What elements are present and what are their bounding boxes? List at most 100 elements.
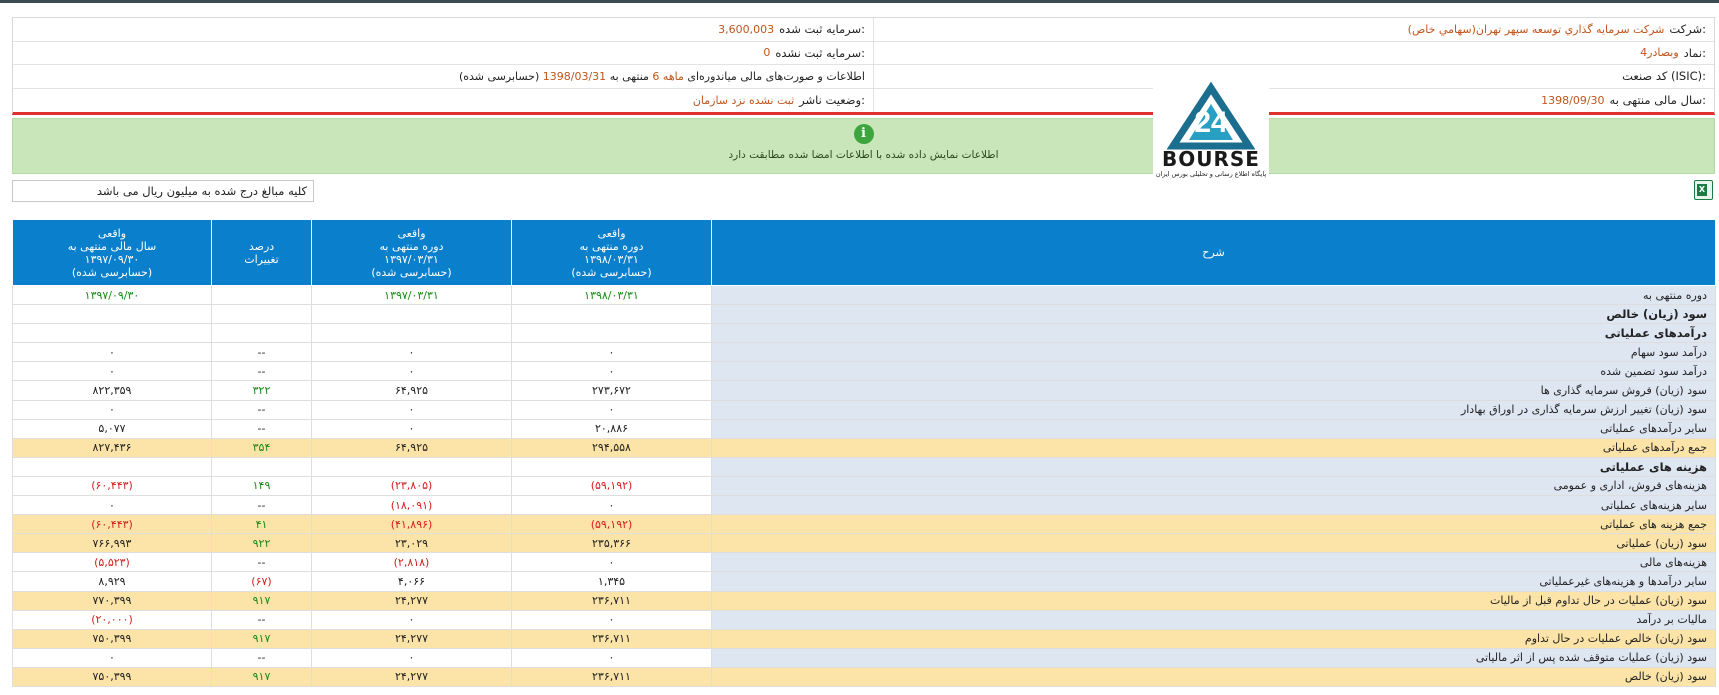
table-cell-c1: ۱۳۹۸/۰۳/۳۱ (511, 284, 712, 306)
table-row: هزینه های عملیاتی (12, 456, 1716, 477)
notice-message: اطلاعات نمایش داده شده با اطلاعات امضا ش… (728, 149, 999, 161)
header-col3-line1: درصد (248, 239, 275, 253)
table-cell-c2 (311, 323, 512, 344)
table-cell-description: سود (زیان) تغییر ارزش سرمایه گذاری در او… (711, 399, 1716, 420)
table-cell-c3: ۹۱۷ (211, 628, 312, 649)
table-cell-c1: ۰ (511, 399, 712, 420)
symbol-cell: نماد: وبصادر4 (873, 41, 1714, 64)
table-cell-c1: ۲۳۶,۷۱۱ (511, 666, 712, 687)
table-cell-c4: ۸,۹۲۹ (12, 571, 212, 592)
logo-mark-text: 24 (1194, 106, 1228, 139)
table-cell-c3 (211, 284, 312, 306)
table-cell-c3: ۹۱۷ (211, 666, 312, 687)
table-cell-c3: ۳۵۴ (211, 437, 312, 458)
table-cell-c3: -- (211, 342, 312, 363)
table-row: (۶۰,۴۴۳) ۱۴۹ (۲۳,۸۰۵) (۵۹,۱۹۲) هزینه‌های فرو… (12, 475, 1716, 497)
excel-export-button[interactable]: X (1694, 180, 1713, 200)
table-cell-c2: ۰ (311, 647, 512, 668)
header-col3[interactable]: درصد تغییرات (211, 219, 312, 286)
table-cell-c4: ۸۲۲,۳۵۹ (12, 380, 212, 401)
table-cell-c2: ۶۴,۹۲۵ (311, 437, 512, 458)
header-col2[interactable]: واقعی دوره منتهی به ۱۳۹۷/۰۳/۳۱ (حسابرسی … (311, 219, 512, 286)
table-cell-c1: ۲۳۵,۳۶۶ (511, 533, 712, 554)
header-col2-line3: ۱۳۹۷/۰۳/۳۱ (384, 252, 439, 266)
table-row: ۸۲۲,۳۵۹ ۳۲۲ ۶۴,۹۲۵ ۲۷۳,۶۷۲ سود (زیان) فروش س… (12, 380, 1716, 401)
table-cell-c3: ۴۱ (211, 514, 312, 535)
report-period: 6 ماهه (652, 69, 684, 83)
table-row: ۷۵۰,۳۹۹ ۹۱۷ ۲۴,۲۷۷ ۲۳۶,۷۱۱ سود (زیان) خالص (12, 666, 1716, 687)
report-info-cell: اطلاعات و صورت‌های مالی میاندوره‌ای 6 ما… (13, 65, 873, 88)
header-description[interactable]: شرح (711, 219, 1716, 286)
table-cell-c1: ۲۰,۸۸۶ (511, 418, 712, 439)
table-cell-c4: ۷۷۰,۳۹۹ (12, 590, 212, 611)
unregistered-capital-value: 0 (763, 46, 771, 60)
table-row: (۵,۵۲۳) -- (۲,۸۱۸) ۰ هزینه‌های مالی (12, 552, 1716, 573)
header-col1-line3: ۱۳۹۸/۰۳/۳۱ (584, 252, 639, 266)
table-cell-description: دوره منتهی به (711, 284, 1716, 306)
table-cell-c2: (۴۱,۸۹۶) (311, 514, 512, 535)
table-row: ۷۷۰,۳۹۹ ۹۱۷ ۲۴,۲۷۷ ۲۳۶,۷۱۱ سود (زیان) عملیات… (12, 590, 1716, 611)
table-cell-c4: (۲۰,۰۰۰) (12, 609, 212, 630)
registered-capital-cell: سرمایه ثبت شده: 3,600,003 (13, 18, 873, 41)
table-cell-c1 (511, 456, 712, 477)
bourse24-logo[interactable]: 24 BOURSE پایگاه اطلاع رسانی و تحلیلی بو… (1153, 74, 1269, 182)
table-cell-description: سود (زیان) خالص (711, 666, 1716, 687)
header-col3-line2: تغییرات (244, 252, 279, 266)
table-cell-c3 (211, 456, 312, 477)
table-cell-c2: ۱۳۹۷/۰۳/۳۱ (311, 284, 512, 306)
table-cell-c1: ۰ (511, 495, 712, 516)
company-label: شرکت: (1669, 22, 1706, 37)
table-cell-c3: -- (211, 399, 312, 420)
table-cell-c1 (511, 304, 712, 325)
table-cell-description: سود (زیان) فروش سرمایه گذاری ها (711, 380, 1716, 401)
table-cell-c4: ۰ (12, 495, 212, 516)
table-cell-c1: (۵۹,۱۹۲) (511, 475, 712, 497)
verification-notice: i اطلاعات نمایش داده شده با اطلاعات امضا… (12, 118, 1715, 174)
table-cell-c2: ۲۴,۲۷۷ (311, 590, 512, 611)
table-row: ۷۶۶,۹۹۳ ۹۲۲ ۲۳,۰۲۹ ۲۳۵,۳۶۶ سود (زیان) عملیات… (12, 533, 1716, 554)
table-cell-c4: (۶۰,۴۴۳) (12, 514, 212, 535)
table-row: ۸,۹۲۹ (۶۷) ۴,۰۶۶ ۱,۳۴۵ سایر درآمدها و هزینه‌… (12, 571, 1716, 592)
table-row: ۷۵۰,۳۹۹ ۹۱۷ ۲۴,۲۷۷ ۲۳۶,۷۱۱ سود (زیان) خالص ع… (12, 628, 1716, 649)
table-cell-description: جمع هزینه های عملیاتی (711, 514, 1716, 535)
table-cell-c4: ۰ (12, 342, 212, 363)
table-cell-description: هزینه های عملیاتی (711, 456, 1716, 477)
units-note: کلیه مبالغ درج شده به میلیون ریال می باش… (12, 180, 314, 202)
unregistered-capital-label: سرمایه ثبت نشده: (775, 45, 865, 60)
table-row: (۶۰,۴۴۳) ۴۱ (۴۱,۸۹۶) (۵۹,۱۹۲) جمع هزینه های … (12, 514, 1716, 535)
table-row: سود (زیان) خالص (12, 304, 1716, 325)
table-cell-c4: ۰ (12, 647, 212, 668)
company-name: شرکت سرمايه گذاري توسعه سپهر تهران(سهامي… (1407, 22, 1665, 36)
table-cell-c1: (۵۹,۱۹۲) (511, 514, 712, 535)
table-row: ۰ -- ۰ ۰ سود (زیان) عملیات متوقف شده پس از ا… (12, 647, 1716, 668)
symbol-label: نماد: (1683, 45, 1706, 60)
header-col4[interactable]: واقعی سال مالی منتهی به ۱۳۹۷/۰۹/۳۰ (حساب… (12, 219, 212, 286)
financial-table-body: ۱۳۹۷/۰۹/۳۰ ۱۳۹۷/۰۳/۳۱ ۱۳۹۸/۰۳/۳۱ دوره منتهی… (12, 284, 1716, 687)
table-cell-description: سود (زیان) عملیات در حال تداوم قبل از ما… (711, 590, 1716, 611)
table-row: ۵,۰۷۷ -- ۰ ۲۰,۸۸۶ سایر درآمدهای عملیاتی (12, 418, 1716, 439)
table-cell-c1: ۰ (511, 609, 712, 630)
logo-subtitle: پایگاه اطلاع رسانی و تحلیلی بورس ایران (1155, 170, 1267, 178)
symbol-value: وبصادر4 (1640, 46, 1679, 60)
isic-cell: کد صنعت (ISIC): (873, 65, 1714, 88)
table-row: ۰ -- ۰ ۰ سود (زیان) تغییر ارزش سرمایه گذاری … (12, 399, 1716, 420)
info-row-fiscal-year: سال مالی منتهی به: 1398/09/30 وضعیت ناشر… (13, 88, 1714, 112)
info-row-symbol: نماد: وبصادر4 سرمایه ثبت نشده: 0 (13, 41, 1714, 65)
publisher-status-label: وضعیت ناشر: (799, 93, 865, 108)
table-cell-c2: ۰ (311, 361, 512, 382)
table-cell-description: جمع درآمدهای عملیاتی (711, 437, 1716, 458)
table-cell-c1: ۲۳۶,۷۱۱ (511, 590, 712, 611)
table-cell-description: سود (زیان) خالص (711, 304, 1716, 325)
table-cell-c2: ۲۳,۰۲۹ (311, 533, 512, 554)
top-bar (0, 0, 1719, 3)
table-cell-description: درآمد سود تضمین شده (711, 361, 1716, 382)
header-col1[interactable]: واقعی دوره منتهی به ۱۳۹۸/۰۳/۳۱ (حسابرسی … (511, 219, 712, 286)
registered-capital-value: 3,600,003 (718, 22, 775, 36)
table-cell-c4: ۷۶۶,۹۹۳ (12, 533, 212, 554)
isic-label: کد صنعت (ISIC): (1622, 69, 1706, 84)
table-cell-c2 (311, 304, 512, 325)
table-cell-c3: -- (211, 495, 312, 516)
report-text-2: منتهی به (609, 69, 649, 83)
table-cell-c2: (۲۳,۸۰۵) (311, 475, 512, 497)
financial-table: واقعی سال مالی منتهی به ۱۳۹۷/۰۹/۳۰ (حساب… (12, 219, 1716, 687)
